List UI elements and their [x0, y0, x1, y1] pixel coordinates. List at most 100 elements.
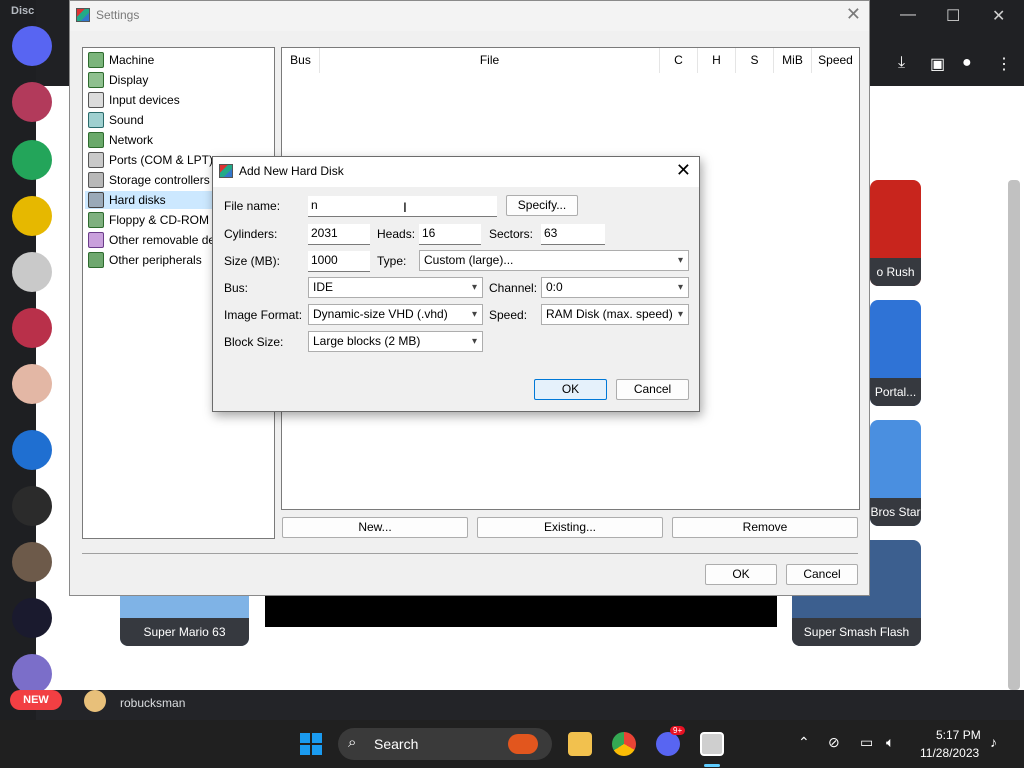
bus-select[interactable]: IDE ▾	[308, 277, 483, 298]
discord-home-icon[interactable]	[12, 26, 52, 66]
type-select[interactable]: Custom (large)... ▾	[419, 250, 689, 271]
game-title: Portal...	[870, 378, 921, 406]
sidebar-item-input-devices[interactable]: Input devices	[85, 91, 272, 109]
server-icon[interactable]	[12, 308, 52, 348]
close-icon[interactable]: ✕	[992, 6, 1005, 26]
file-name-label: File name:	[224, 199, 281, 213]
sidebar-item-machine[interactable]: Machine	[85, 51, 272, 69]
column-header-c[interactable]: C	[660, 48, 698, 73]
server-icon[interactable]	[12, 252, 52, 292]
remove-disk-button[interactable]: Remove	[672, 517, 858, 538]
chrome-icon[interactable]	[612, 732, 636, 756]
close-icon[interactable]: ✕	[846, 4, 861, 25]
block-size-select[interactable]: Large blocks (2 MB) ▾	[308, 331, 483, 352]
existing-disk-button[interactable]: Existing...	[477, 517, 663, 538]
sectors-label: Sectors:	[489, 227, 534, 241]
display-icon[interactable]: ▭	[860, 734, 873, 751]
notification-badge: 9+	[670, 726, 686, 735]
search-icon: ⌕	[348, 734, 357, 751]
column-header-mib[interactable]: MiB	[774, 48, 812, 73]
chevron-down-icon: ▾	[471, 309, 477, 320]
image-format-select[interactable]: Dynamic-size VHD (.vhd) ▾	[308, 304, 483, 325]
ok-button[interactable]: OK	[534, 379, 607, 400]
app-icon	[219, 164, 233, 178]
sidebar-item-display[interactable]: Display	[85, 71, 272, 89]
sidebar-item-sound[interactable]: Sound	[85, 111, 272, 129]
volume-icon[interactable]: 🔈︎	[886, 734, 894, 751]
server-icon[interactable]	[12, 598, 52, 638]
network-disconnected-icon[interactable]: ⊘	[828, 734, 840, 751]
column-header-file[interactable]: File	[320, 48, 660, 73]
image-format-select-value: Dynamic-size VHD (.vhd)	[313, 307, 448, 321]
sidebar-item-label: Ports (COM & LPT)	[109, 153, 214, 167]
taskbar-search-input[interactable]: ⌕ Search	[338, 728, 552, 760]
menu-icon[interactable]: ⋮	[996, 54, 1012, 74]
minimize-icon[interactable]: —	[900, 6, 916, 24]
emulator-icon[interactable]	[700, 732, 724, 756]
active-app-indicator	[704, 764, 720, 767]
server-icon[interactable]	[12, 542, 52, 582]
speed-select[interactable]: RAM Disk (max. speed) ▾	[541, 304, 689, 325]
sidebar-item-network[interactable]: Network	[85, 131, 272, 149]
clock-time[interactable]: 5:17 PM	[936, 728, 981, 742]
chevron-up-icon[interactable]: ⌃	[798, 734, 810, 751]
server-icon[interactable]	[12, 140, 52, 180]
download-icon[interactable]: ⤓	[898, 54, 905, 72]
cancel-button[interactable]: Cancel	[616, 379, 689, 400]
chevron-down-icon: ▾	[677, 255, 683, 266]
game-tile[interactable]: o Rush	[870, 180, 921, 286]
server-icon[interactable]	[12, 364, 52, 404]
channel-select-value: 0:0	[546, 280, 563, 294]
game-title: Super Smash Flash	[792, 618, 921, 646]
specify-button[interactable]: Specify...	[506, 195, 578, 216]
game-tile[interactable]: Portal...	[870, 300, 921, 406]
port-icon	[88, 152, 104, 168]
settings-title: Settings	[96, 8, 140, 22]
profile-icon[interactable]: ●	[962, 54, 972, 72]
game-tile[interactable]: Bros Star	[870, 420, 921, 526]
avatar[interactable]	[84, 690, 106, 712]
search-placeholder: Search	[374, 736, 419, 752]
discord-icon[interactable]	[656, 732, 680, 756]
display-icon	[88, 72, 104, 88]
chip-icon	[88, 252, 104, 268]
clock-date[interactable]: 11/28/2023	[920, 746, 979, 760]
search-highlight-icon	[508, 734, 538, 754]
server-icon[interactable]	[12, 430, 52, 470]
close-icon[interactable]: ✕	[676, 160, 691, 181]
server-icon[interactable]	[12, 486, 52, 526]
type-label: Type:	[377, 254, 407, 268]
dialog-titlebar: Add New Hard Disk ✕	[213, 157, 699, 187]
file-explorer-icon[interactable]	[568, 732, 592, 756]
server-icon[interactable]	[12, 82, 52, 122]
new-disk-button[interactable]: New...	[282, 517, 468, 538]
discord-title: Disc	[11, 5, 35, 17]
video-area	[265, 596, 777, 627]
sectors-input[interactable]: 63	[541, 224, 605, 245]
browser-toolbar: ⤓ ▣ ● ⋮	[870, 44, 1024, 86]
cylinders-input[interactable]: 2031	[308, 224, 370, 245]
channel-label: Channel:	[489, 281, 538, 295]
channel-select[interactable]: 0:0 ▾	[541, 277, 689, 298]
column-header-s[interactable]: S	[736, 48, 774, 73]
cancel-button[interactable]: Cancel	[786, 564, 858, 585]
size-label: Size (MB):	[224, 254, 281, 268]
bus-select-value: IDE	[313, 280, 334, 294]
server-icon[interactable]	[12, 196, 52, 236]
taskbar: ⌕ Search 9+ ⌃ ⊘ ▭ 🔈︎ 5:17 PM 11/28/2023 …	[0, 720, 1024, 768]
heads-input[interactable]: 16	[419, 224, 481, 245]
page-scrollbar[interactable]	[1008, 180, 1020, 690]
ok-button[interactable]: OK	[705, 564, 777, 585]
server-icon[interactable]	[12, 654, 52, 694]
maximize-icon[interactable]: ☐	[946, 6, 960, 26]
sidebar-icon[interactable]: ▣	[930, 54, 945, 74]
column-header-speed[interactable]: Speed	[812, 48, 859, 73]
windows-start-icon[interactable]	[300, 733, 322, 755]
notification-bell-icon[interactable]: ♪	[990, 734, 997, 750]
sidebar-item-label: Other removable de	[109, 233, 216, 247]
block-size-select-value: Large blocks (2 MB)	[313, 334, 421, 348]
size-input[interactable]: 1000	[308, 251, 370, 272]
column-header-h[interactable]: H	[698, 48, 736, 73]
column-header-bus[interactable]: Bus	[282, 48, 320, 73]
hard-disk-icon	[88, 192, 104, 208]
